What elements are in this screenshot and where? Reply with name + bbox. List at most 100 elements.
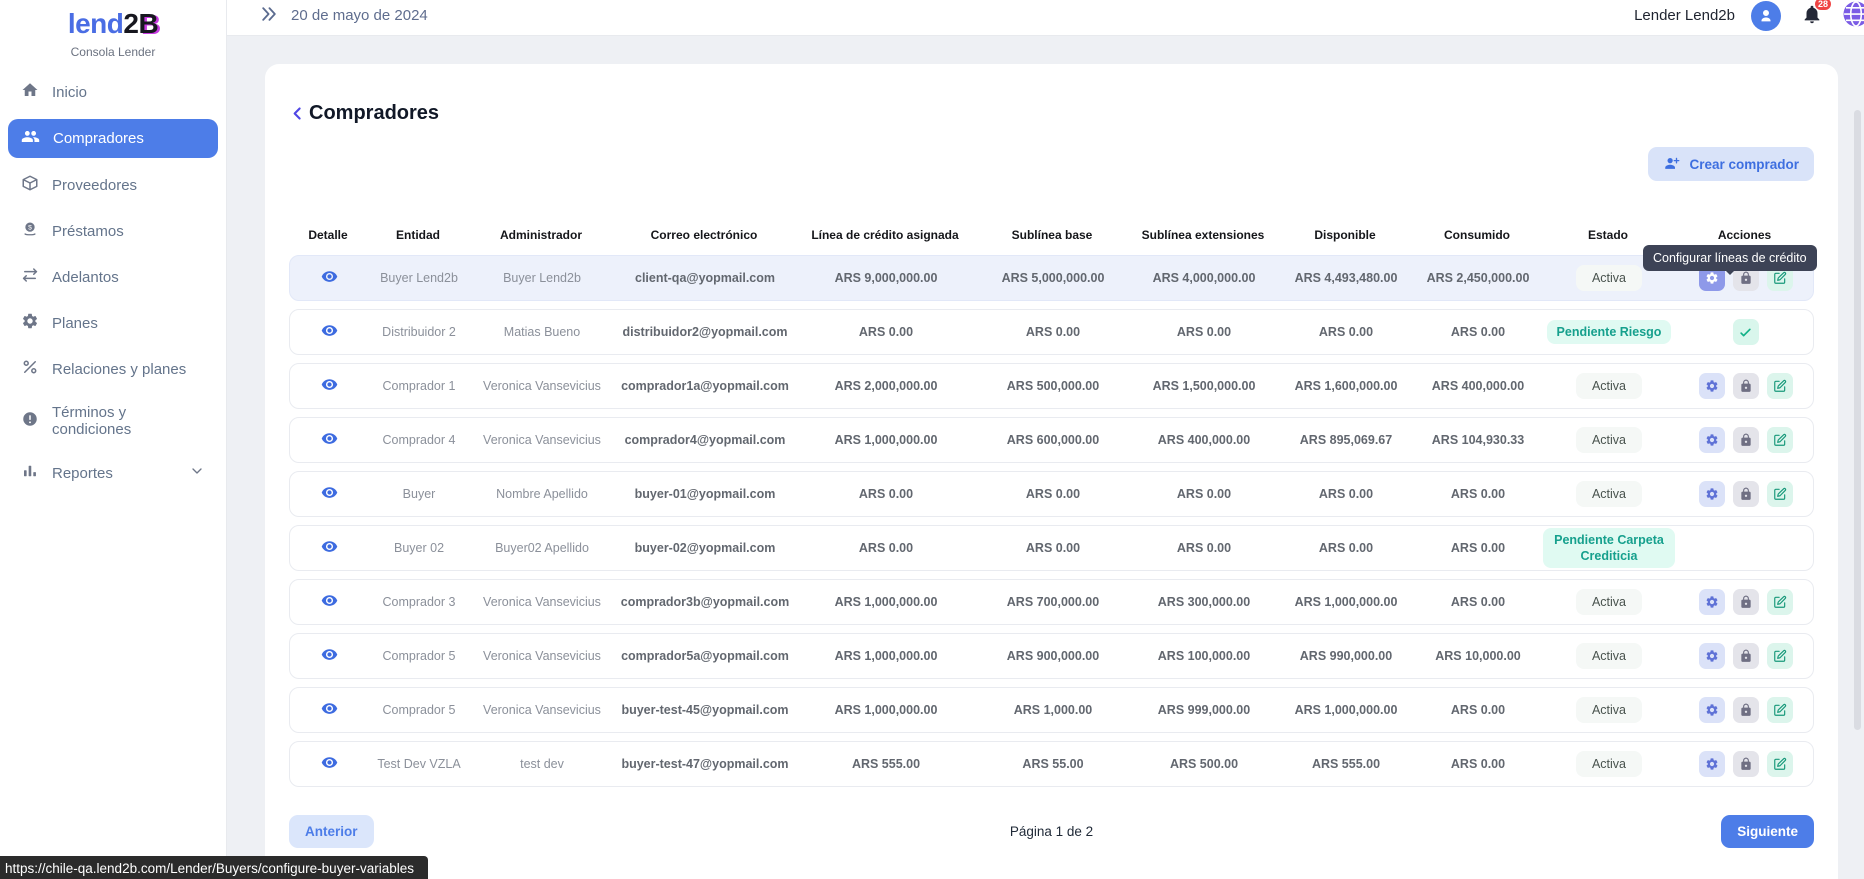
email-value: buyer-test-45@yopmail.com — [614, 703, 796, 717]
entity-name: Distribuidor 2 — [368, 325, 470, 339]
edit-button[interactable] — [1767, 697, 1793, 723]
subline-base-value: ARS 5,000,000.00 — [976, 271, 1130, 285]
view-detail-button[interactable] — [319, 482, 340, 506]
view-detail-button[interactable] — [319, 752, 340, 776]
column-header: Estado — [1541, 228, 1675, 242]
lock-button[interactable] — [1733, 589, 1759, 615]
column-header: Acciones — [1675, 228, 1814, 242]
consumed-value: ARS 0.00 — [1414, 595, 1542, 609]
edit-button[interactable] — [1767, 751, 1793, 777]
subline-extensions-value: ARS 500.00 — [1130, 757, 1278, 771]
gear-icon — [1705, 703, 1719, 717]
edit-button[interactable] — [1767, 427, 1793, 453]
configure-credit-lines-button[interactable] — [1699, 589, 1725, 615]
view-detail-button[interactable] — [319, 320, 340, 344]
transfer-arrows-icon — [21, 266, 39, 288]
view-detail-button[interactable] — [319, 644, 340, 668]
table-row: Buyer 02Buyer02 Apellidobuyer-02@yopmail… — [289, 525, 1814, 571]
sidebar-item-proveedores[interactable]: Proveedores — [8, 166, 218, 204]
lock-button[interactable] — [1733, 481, 1759, 507]
available-value: ARS 1,000,000.00 — [1278, 703, 1414, 717]
gear-icon — [1705, 649, 1719, 663]
view-detail-button[interactable] — [319, 374, 340, 398]
available-value: ARS 1,600,000.00 — [1278, 379, 1414, 393]
vertical-scrollbar[interactable] — [1854, 110, 1861, 730]
subline-extensions-value: ARS 999,000.00 — [1130, 703, 1278, 717]
sidebar-item-compradores[interactable]: Compradores — [8, 119, 218, 158]
user-avatar[interactable] — [1751, 1, 1781, 31]
notifications-bell-icon[interactable]: 28 — [1801, 3, 1823, 28]
sidebar-item-inicio[interactable]: Inicio — [8, 73, 218, 111]
email-value: distribuidor2@yopmail.com — [614, 325, 796, 339]
view-detail-button[interactable] — [319, 698, 340, 722]
next-page-button[interactable]: Siguiente — [1721, 815, 1814, 848]
configure-credit-lines-button[interactable] — [1699, 643, 1725, 669]
create-buyer-button[interactable]: Crear comprador — [1648, 147, 1814, 181]
credit-line-value: ARS 0.00 — [796, 325, 976, 339]
sidebar-item-relaciones-y-planes[interactable]: Relaciones y planes — [8, 350, 218, 388]
sidebar-item-planes[interactable]: Planes — [8, 304, 218, 342]
available-value: ARS 895,069.67 — [1278, 433, 1414, 447]
column-header: Entidad — [367, 228, 469, 242]
gear-icon — [1705, 595, 1719, 609]
consumed-value: ARS 104,930.33 — [1414, 433, 1542, 447]
credit-line-value: ARS 1,000,000.00 — [796, 595, 976, 609]
sidebar-item-label: Préstamos — [52, 223, 124, 240]
edit-button[interactable] — [1767, 643, 1793, 669]
table-row: Buyer Lend2bBuyer Lend2bclient-qa@yopmai… — [289, 255, 1814, 301]
gear-icon — [21, 312, 39, 334]
status-badge: Pendiente Riesgo — [1547, 320, 1672, 344]
view-detail-button[interactable] — [319, 536, 340, 560]
configure-credit-lines-tooltip: Configurar líneas de crédito — [1643, 245, 1817, 271]
view-detail-button[interactable] — [319, 266, 340, 290]
available-value: ARS 1,000,000.00 — [1278, 595, 1414, 609]
credit-line-value: ARS 1,000,000.00 — [796, 649, 976, 663]
configure-credit-lines-button[interactable] — [1699, 427, 1725, 453]
edit-button[interactable] — [1767, 589, 1793, 615]
back-chevron-icon[interactable] — [289, 105, 306, 122]
gear-icon — [1705, 487, 1719, 501]
sidebar-item-terminos-y-condiciones[interactable]: Términos y condiciones — [8, 396, 218, 446]
sidebar-expand-icon[interactable] — [259, 4, 279, 27]
subline-base-value: ARS 1,000.00 — [976, 703, 1130, 717]
administrator-name: test dev — [470, 757, 614, 771]
sidebar-item-reportes[interactable]: Reportes — [8, 454, 218, 492]
view-detail-button[interactable] — [319, 428, 340, 452]
lock-button[interactable] — [1733, 427, 1759, 453]
entity-name: Comprador 3 — [368, 595, 470, 609]
view-detail-button[interactable] — [319, 590, 340, 614]
configure-credit-lines-button[interactable] — [1699, 697, 1725, 723]
edit-icon — [1773, 757, 1787, 771]
configure-credit-lines-button[interactable] — [1699, 373, 1725, 399]
configure-credit-lines-button[interactable] — [1699, 481, 1725, 507]
lock-button[interactable] — [1733, 751, 1759, 777]
entity-name: Comprador 5 — [368, 649, 470, 663]
consumed-value: ARS 10,000.00 — [1414, 649, 1542, 663]
lock-button[interactable] — [1733, 697, 1759, 723]
eye-icon — [321, 435, 338, 450]
eye-icon — [321, 705, 338, 720]
lock-button[interactable] — [1733, 643, 1759, 669]
entity-name: Test Dev VZLA — [368, 757, 470, 771]
edit-button[interactable] — [1767, 481, 1793, 507]
bar-chart-icon — [21, 462, 39, 484]
edit-button[interactable] — [1767, 373, 1793, 399]
alert-circle-icon — [21, 410, 39, 432]
lock-button[interactable] — [1733, 373, 1759, 399]
lend2b-logo: lend2B — [0, 8, 226, 40]
approve-button[interactable] — [1733, 319, 1759, 345]
status-badge: Activa — [1576, 373, 1642, 399]
previous-page-button[interactable]: Anterior — [289, 815, 374, 848]
edit-icon — [1773, 271, 1787, 285]
lock-icon — [1739, 595, 1753, 609]
lock-icon — [1739, 649, 1753, 663]
credit-line-value: ARS 0.00 — [796, 541, 976, 555]
configure-credit-lines-button[interactable] — [1699, 751, 1725, 777]
edit-icon — [1773, 595, 1787, 609]
svg-text:$: $ — [28, 224, 32, 231]
language-globe-icon[interactable] — [1841, 0, 1864, 32]
column-header: Detalle — [289, 228, 367, 242]
subline-extensions-value: ARS 4,000,000.00 — [1130, 271, 1278, 285]
sidebar-item-adelantos[interactable]: Adelantos — [8, 258, 218, 296]
sidebar-item-prestamos[interactable]: $ Préstamos — [8, 212, 218, 250]
